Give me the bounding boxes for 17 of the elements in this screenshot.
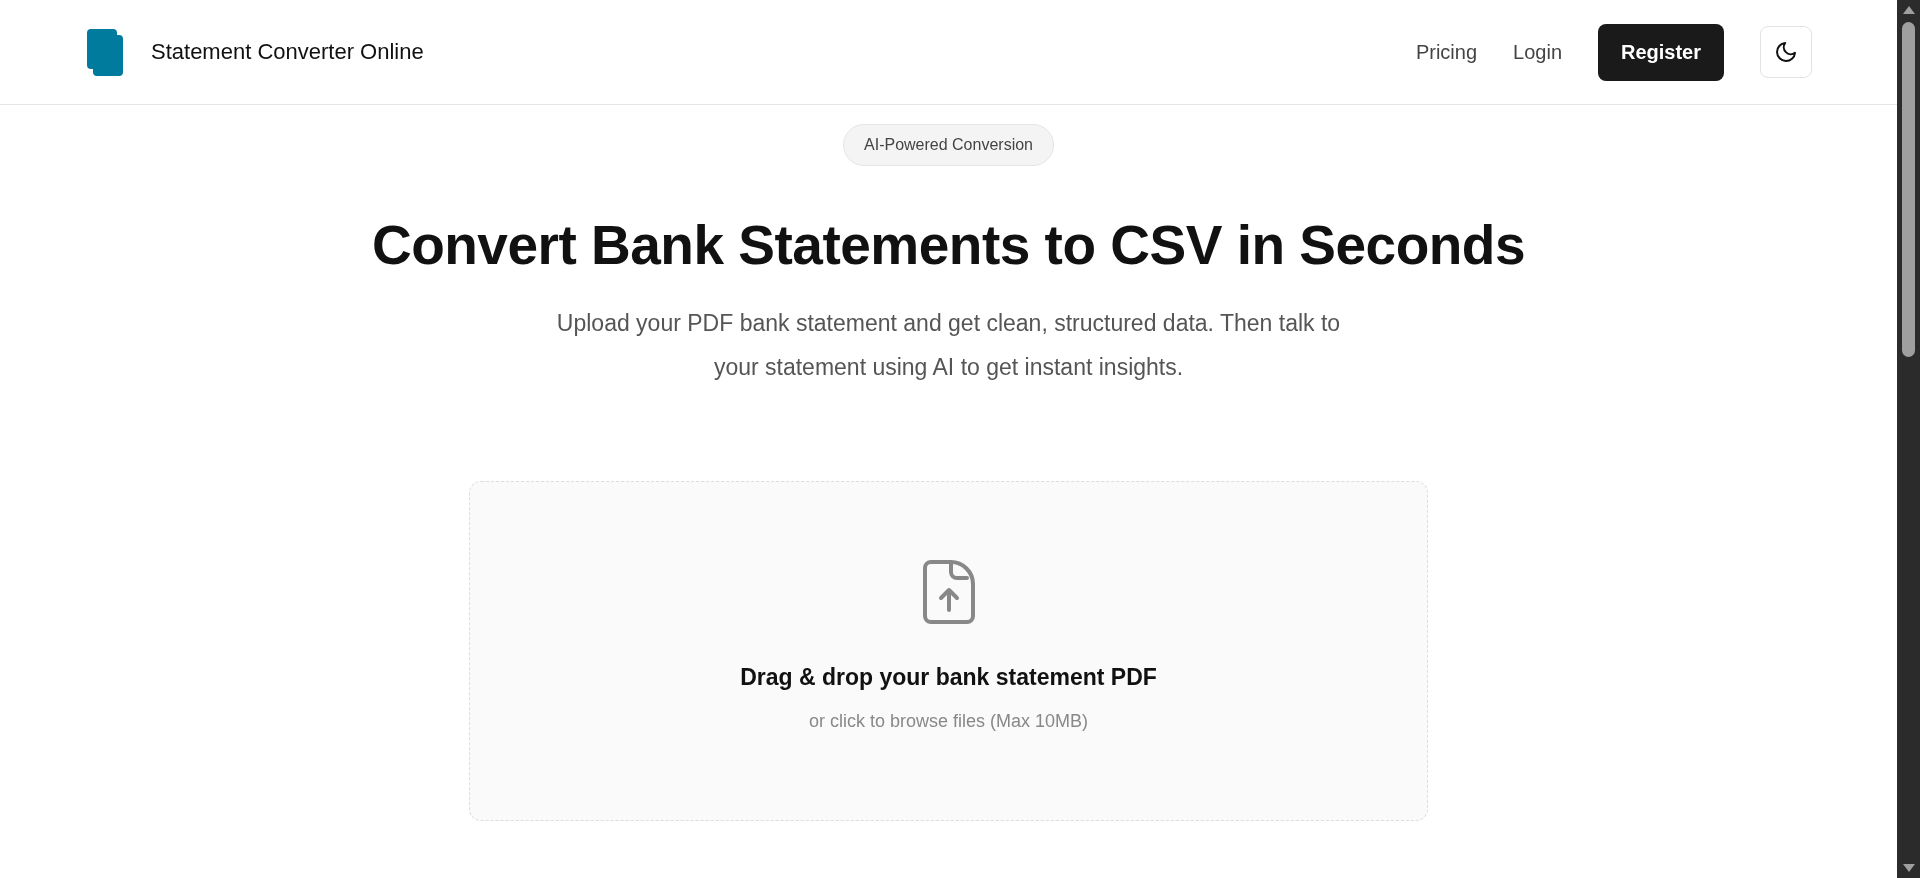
nav-link[interactable]: Login	[1513, 40, 1562, 64]
upload-title: Drag & drop your bank statement PDF	[740, 664, 1157, 691]
moon-icon	[1774, 40, 1798, 64]
scroll-down-icon[interactable]	[1902, 864, 1915, 872]
nav-link[interactable]: Pricing	[1415, 40, 1478, 64]
theme-toggle-button[interactable]	[1760, 26, 1812, 78]
feature-badge: AI-Powered Conversion	[843, 124, 1054, 166]
page-heading: Convert Bank Statements to CSV in Seconds	[371, 213, 1526, 277]
upload-hint: or click to browse files (Max 10MB)	[808, 711, 1089, 732]
register-button[interactable]: Register	[1598, 23, 1724, 81]
hero-description: Upload your PDF bank statement and get clean, structured data. Then talk to your statement using AI to get instant insights.	[555, 309, 1342, 382]
scroll-up-icon[interactable]	[1902, 6, 1915, 14]
brand-name: Statement Converter Online	[151, 39, 424, 65]
scrollbar-thumb[interactable]	[1902, 22, 1915, 357]
file-upload-icon	[922, 560, 975, 624]
logo-icon	[87, 28, 123, 76]
file-drop-zone[interactable]: Drag & drop your bank statement PDF or click to browse files (Max 10MB)	[469, 481, 1428, 821]
